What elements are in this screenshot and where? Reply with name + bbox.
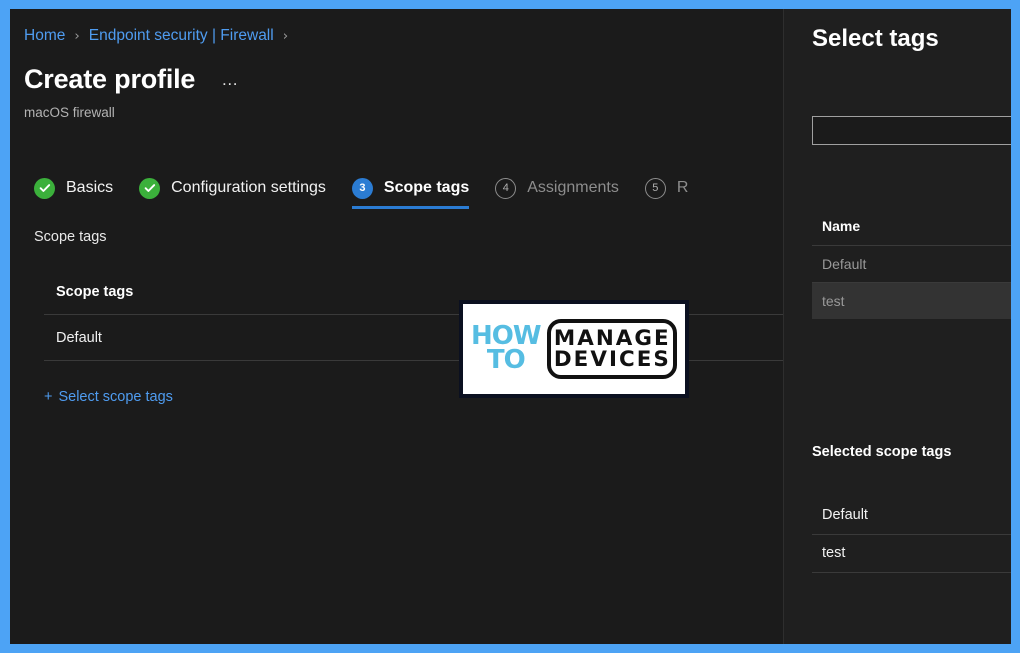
title-row: Create profile …	[24, 61, 240, 95]
tab-label: Scope tags	[383, 179, 470, 196]
tab-label: Basics	[66, 179, 114, 196]
selected-tags-list: Default test	[812, 497, 1011, 573]
section-label: Scope tags	[34, 229, 107, 245]
page-subtitle: macOS firewall	[24, 105, 115, 120]
watermark-howto: HOW TO	[471, 323, 542, 375]
tab-label: Assignments	[527, 179, 619, 196]
watermark-managedevices: MANAGE DEVICES	[546, 319, 678, 379]
breadcrumb-item-endpoint-security-firewall[interactable]: Endpoint security | Firewall	[89, 27, 274, 45]
overflow-menu-icon[interactable]: …	[221, 70, 240, 95]
list-item[interactable]: test	[812, 535, 1011, 573]
available-tags-list: Default test	[812, 245, 1011, 319]
tab-assignments[interactable]: 4 Assignments	[495, 167, 645, 209]
breadcrumb-chevron-icon: ›	[282, 28, 289, 44]
search-input[interactable]	[812, 116, 1011, 145]
step-number-badge: 5	[644, 177, 666, 199]
list-item[interactable]: test	[812, 282, 1011, 319]
check-circle-icon	[139, 177, 161, 199]
step-number-badge: 4	[495, 177, 517, 199]
watermark-manage: MANAGE	[553, 326, 671, 350]
list-item[interactable]: Default	[812, 245, 1011, 282]
panel-title: Select tags	[812, 25, 939, 52]
watermark-to: TO	[486, 345, 526, 375]
breadcrumb-item-home[interactable]: Home	[24, 27, 65, 45]
tab-review-create[interactable]: 5 R	[644, 167, 715, 209]
plus-icon: +	[44, 389, 53, 405]
watermark-devices: DEVICES	[553, 347, 671, 371]
tab-configuration-settings[interactable]: Configuration settings	[139, 167, 352, 209]
select-scope-tags-label: Select scope tags	[58, 389, 173, 405]
tab-underline	[351, 206, 470, 209]
select-tags-panel: Select tags Name Default test Selected s…	[783, 9, 1011, 644]
step-number-badge: 3	[351, 177, 373, 199]
selected-scope-tags-header: Selected scope tags	[812, 444, 952, 460]
panel-list-column-header: Name	[822, 218, 861, 234]
wizard-tabs: Basics Configuration settings 3 Scope ta…	[34, 167, 714, 209]
check-circle-icon	[34, 177, 55, 199]
tab-scope-tags[interactable]: 3 Scope tags	[351, 167, 495, 209]
breadcrumb: Home › Endpoint security | Firewall ›	[24, 25, 297, 47]
tab-label: Configuration settings	[171, 179, 326, 196]
screenshot-blue-frame: Home › Endpoint security | Firewall › Cr…	[0, 0, 1020, 653]
list-item[interactable]: Default	[812, 497, 1011, 535]
watermark-logo: HOW TO MANAGE DEVICES	[459, 300, 689, 398]
tab-basics[interactable]: Basics	[34, 167, 139, 209]
select-scope-tags-link[interactable]: + Select scope tags	[44, 389, 173, 405]
azure-portal-screen: Home › Endpoint security | Firewall › Cr…	[10, 9, 1011, 644]
breadcrumb-chevron-icon: ›	[74, 28, 80, 44]
page-title: Create profile	[24, 64, 196, 94]
tab-label: R	[676, 179, 689, 196]
